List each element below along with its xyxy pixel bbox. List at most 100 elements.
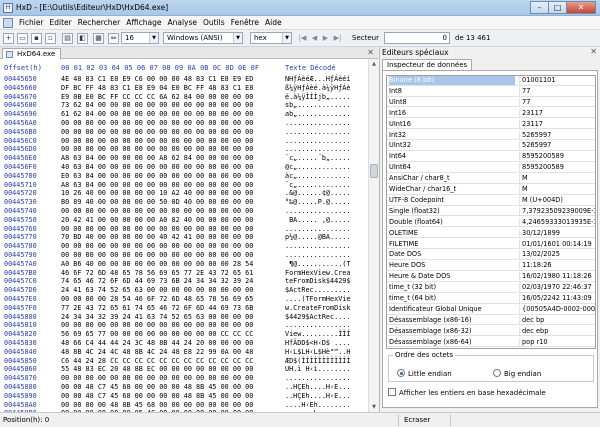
sector-input[interactable]: 0 (384, 32, 450, 44)
inspector-row[interactable]: Identificateur Global Unique {00505A4D-00… (387, 304, 595, 315)
row-bytes[interactable]: 73 62 84 00 00 00 00 00 00 00 00 00 00 0… (61, 101, 253, 110)
row-bytes[interactable]: 00 00 00 00 00 00 00 00 00 00 00 00 00 0… (61, 374, 253, 383)
inspector-value[interactable]: 01001101 (519, 76, 595, 85)
inspector-row[interactable]: Date DOS 13/02/2025 (387, 250, 595, 261)
row-text[interactable]: °‰@.....P.@..... (285, 198, 350, 207)
row-text[interactable]: àc„............. (285, 172, 350, 181)
inspector-value[interactable]: 8595200589 (519, 152, 595, 162)
inspector-row[interactable]: UInt8 77 (387, 97, 595, 108)
hex-row[interactable]: 00445650 4E 48 83 C1 E8 E9 C6 00 00 00 48… (0, 75, 368, 84)
inspector-value[interactable]: 23117 (519, 108, 595, 118)
inspector-value[interactable]: 02/03/1970 22:46:37 (519, 283, 595, 293)
inspector-row[interactable]: Désassemblage (x86-64) pop r10 (387, 337, 595, 348)
chevron-down-icon[interactable]: ▼ (282, 33, 291, 43)
row-text[interactable]: é.à¼ÿÌÌÌjb„..... (285, 93, 350, 102)
row-text[interactable]: ................ (285, 137, 350, 146)
hex-row[interactable]: 00445670 E9 0B E0 BC FF CC CC CC 6A 62 84… (0, 93, 368, 102)
print-icon[interactable]: ▤ (62, 33, 73, 44)
row-text[interactable]: ................ (285, 225, 350, 234)
row-text[interactable]: w.CreateFromDisk (285, 304, 350, 313)
status-mode[interactable]: Ecraser (404, 416, 430, 424)
row-bytes[interactable]: 24 41 63 74 52 65 63 00 00 00 00 00 00 0… (61, 286, 253, 295)
inspector-row[interactable]: Int64 8595200589 (387, 152, 595, 162)
row-text[interactable]: ....(TFormHexVie (285, 295, 350, 304)
save-icon[interactable]: ▪ (31, 33, 42, 44)
hex-row[interactable]: 00445730 B0 89 40 00 00 00 00 00 50 8D 40… (0, 198, 368, 207)
row-text[interactable]: UH.ì H‹ì........ (285, 365, 350, 374)
hex-row[interactable]: 004457E0 00 00 00 00 28 54 46 6F 72 6D 48… (0, 295, 368, 304)
chevron-down-icon[interactable]: ▼ (149, 33, 158, 43)
hex-row[interactable]: 00445840 48 8B 4C 24 4C 48 8B 4C 24 48 E8… (0, 348, 368, 357)
inspector-value[interactable]: 01/01/1601 00:14:19 (519, 239, 595, 249)
inspector-row[interactable]: time_t (32 bit) 02/03/1970 22:46:37 (387, 283, 595, 293)
hex-row[interactable]: 004457F0 77 2E 43 72 65 61 74 65 46 72 6F… (0, 304, 368, 313)
hex-row[interactable]: 00445890 00 00 48 C7 45 68 00 00 00 00 48… (0, 392, 368, 401)
minimize-button[interactable]: – (530, 1, 549, 14)
inspector-value[interactable]: dec ebp (519, 326, 595, 336)
inspector-row[interactable]: AnsiChar / char8_t M (387, 174, 595, 184)
row-text[interactable]: ÆD$(ÌÌÌÌÌÌÌÌÌÌÌÌ (285, 357, 350, 366)
bytes-per-row-select[interactable]: 16 ▼ (121, 32, 159, 44)
inspector-value[interactable]: 23117 (519, 119, 595, 129)
inspector-row[interactable]: Désassemblage (x86-32) dec ebp (387, 326, 595, 337)
inspector-row[interactable]: UInt16 23117 (387, 119, 595, 130)
hex-row[interactable]: 004457B0 46 6F 72 6D 48 65 78 56 69 65 77… (0, 269, 368, 278)
tab-hxd64-exe[interactable]: HxD64.exe (2, 48, 62, 59)
row-text[interactable]: ¨c„............. (285, 181, 350, 190)
hex-row[interactable]: 00445790 00 00 00 00 00 00 00 00 00 00 00… (0, 251, 368, 260)
row-text[interactable]: ................ (285, 145, 350, 154)
maximize-button[interactable]: □ (548, 1, 567, 14)
row-text[interactable]: @c„............. (285, 163, 350, 172)
hex-integers-checkbox[interactable]: Afficher les entiers en base hexadécimal… (388, 388, 546, 397)
row-text[interactable]: ................ (285, 242, 350, 251)
row-bytes[interactable]: 55 48 83 EC 20 48 8B EC 00 00 00 00 00 0… (61, 365, 253, 374)
row-text[interactable]: p½@.....@BA..... (285, 233, 350, 242)
row-text[interactable]: View.........ÌÌÌ (285, 330, 350, 339)
row-bytes[interactable]: 00 00 48 C7 45 68 00 00 00 00 48 8B 45 0… (61, 392, 253, 401)
inspector-row[interactable]: Int32 5265997 (387, 130, 595, 141)
scroll-up-icon[interactable]: ▲ (369, 59, 379, 69)
first-sector-icon[interactable]: |◀ (298, 33, 307, 43)
inspector-value[interactable]: 77 (519, 97, 595, 107)
row-text[interactable]: ................ (285, 128, 350, 137)
hex-row[interactable]: 00445720 10 26 40 00 00 00 00 00 10 A2 40… (0, 189, 368, 198)
row-bytes[interactable]: C6 44 24 28 CC CC CC CC CC CC CC CC CC C… (61, 357, 253, 366)
hex-row[interactable]: 004456B0 00 00 00 00 00 00 00 00 00 00 00… (0, 128, 368, 137)
row-text[interactable]: ................ (285, 251, 350, 260)
row-text[interactable]: teFromDisk$4429$ (285, 277, 350, 286)
hex-row[interactable]: 00445870 00 00 00 00 00 00 00 00 00 00 00… (0, 374, 368, 383)
last-sector-icon[interactable]: ▶| (333, 33, 342, 43)
next-sector-icon[interactable]: ▶ (321, 33, 330, 43)
inspector-row[interactable]: OLETIME 30/12/1899 (387, 228, 595, 239)
row-bytes[interactable]: 00 00 00 00 00 00 00 00 00 00 00 00 00 0… (61, 242, 253, 251)
inspector-row[interactable]: FILETIME 01/01/1601 00:14:19 (387, 239, 595, 250)
inspector-value[interactable]: 16/02/1980 11:18:26 (519, 272, 595, 282)
close-tab-icon[interactable]: ✕ (367, 48, 374, 57)
row-bytes[interactable]: 00 00 00 00 00 00 00 00 00 00 00 00 00 0… (61, 251, 253, 260)
row-text[interactable]: NHƒÁèéÆ...HƒÁèéí (285, 75, 350, 84)
row-bytes[interactable]: 00 00 00 00 00 00 00 00 00 00 00 00 00 0… (61, 225, 253, 234)
close-button[interactable]: ✕ (566, 1, 596, 14)
row-bytes[interactable]: A8 63 84 00 00 00 00 00 A8 62 84 00 00 0… (61, 154, 253, 163)
hex-row[interactable]: 00445880 00 00 48 C7 45 68 00 00 00 00 48… (0, 383, 368, 392)
hex-row[interactable]: 004456F0 40 63 84 00 00 00 00 00 00 00 00… (0, 163, 368, 172)
row-bytes[interactable]: 00 00 00 00 00 00 00 00 00 00 00 00 00 0… (61, 145, 253, 154)
new-file-icon[interactable]: + (3, 33, 14, 44)
inspector-value[interactable]: 77 (519, 86, 595, 96)
hex-row[interactable]: 00445750 20 42 41 00 00 00 00 00 A0 82 40… (0, 216, 368, 225)
close-panel-icon[interactable]: ✕ (590, 47, 597, 56)
row-text[interactable]: ................ (285, 321, 350, 330)
row-bytes[interactable]: 10 26 40 00 00 00 00 00 10 A2 40 00 00 0… (61, 189, 253, 198)
hex-row[interactable]: 00445710 A8 63 84 00 00 00 00 00 00 00 00… (0, 181, 368, 190)
row-bytes[interactable]: 56 69 65 77 00 00 00 00 00 00 00 00 00 C… (61, 330, 253, 339)
bookmark-icon[interactable]: ◧ (77, 33, 88, 44)
inspector-value[interactable]: 5265997 (519, 141, 595, 151)
hex-row[interactable]: 004457A0 A0 B6 40 00 00 00 00 00 00 00 00… (0, 260, 368, 269)
row-bytes[interactable]: 00 00 00 00 28 54 46 6F 72 6D 48 65 78 5… (61, 295, 253, 304)
hex-row[interactable]: 004456C0 00 00 00 00 00 00 00 00 00 00 00… (0, 137, 368, 146)
row-bytes[interactable]: E0 63 84 00 00 00 00 00 00 00 00 00 00 0… (61, 172, 253, 181)
inspector-row[interactable]: WideChar / char16_t M (387, 185, 595, 195)
row-bytes[interactable]: 00 00 00 00 00 00 00 00 00 00 00 00 00 0… (61, 207, 253, 216)
inspector-row[interactable]: Binaire (8 bit) 01001101 (387, 76, 595, 86)
hex-row[interactable]: 004457C0 74 65 46 72 6F 6D 44 69 73 6B 24… (0, 277, 368, 286)
